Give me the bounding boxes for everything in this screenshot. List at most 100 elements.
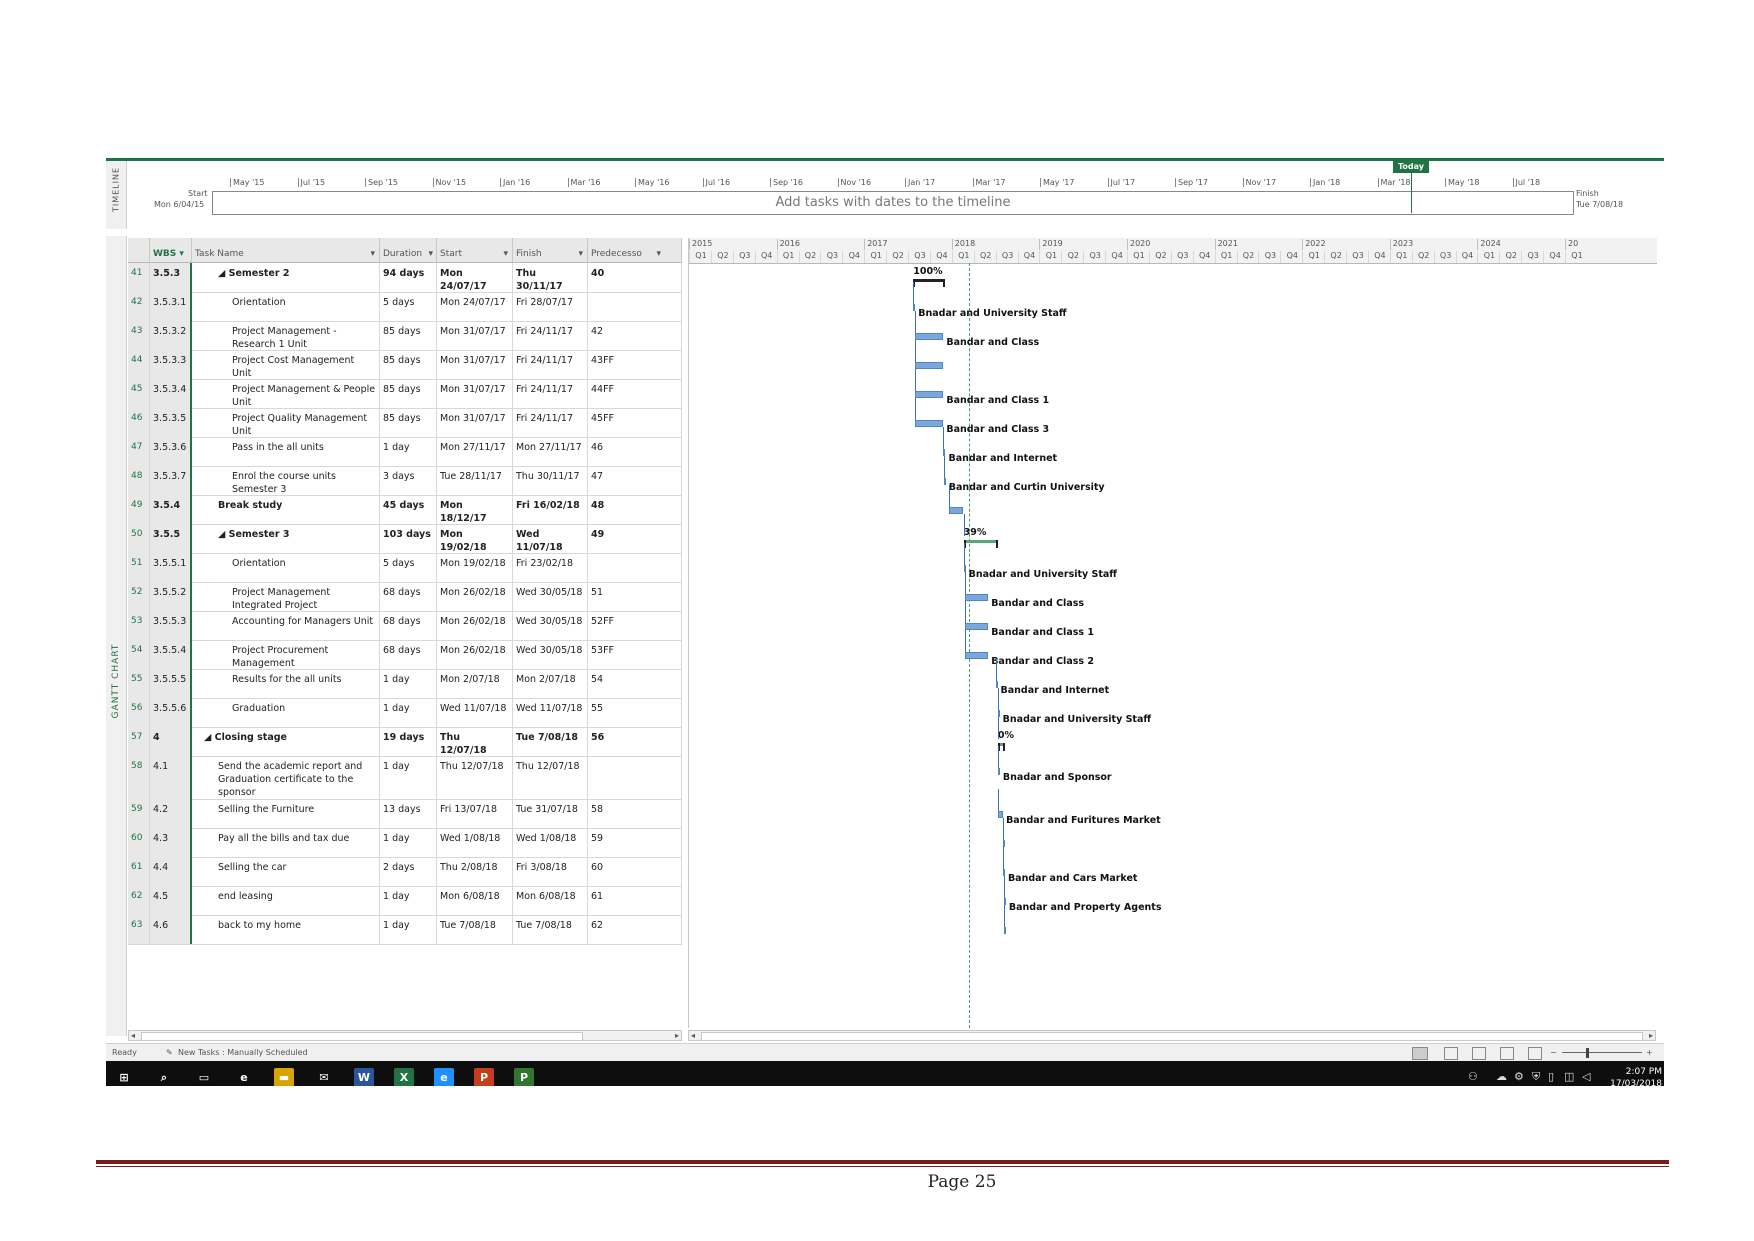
finish-cell[interactable]: Mon 2/07/18: [513, 669, 588, 698]
finish-cell[interactable]: Fri 16/02/18: [513, 495, 588, 524]
search-icon[interactable]: ⌕: [154, 1068, 174, 1086]
finish-cell[interactable]: Thu 12/07/18: [513, 756, 588, 799]
predecessors-cell[interactable]: 46: [588, 437, 682, 466]
zoom-slider[interactable]: [1562, 1052, 1642, 1053]
start-cell[interactable]: Tue 28/11/17: [437, 466, 513, 495]
task-name-cell[interactable]: ◢ Closing stage: [192, 727, 380, 756]
wbs-cell[interactable]: 4.3: [150, 828, 192, 857]
predecessors-cell[interactable]: [588, 292, 682, 321]
scroll-left-icon[interactable]: ◂: [691, 1031, 695, 1040]
predecessors-cell[interactable]: 55: [588, 698, 682, 727]
duration-cell[interactable]: 85 days: [380, 379, 437, 408]
wbs-cell[interactable]: 3.5.5.1: [150, 553, 192, 582]
table-row[interactable]: 58 4.1 Send the academic report and Gradua…: [128, 756, 682, 800]
start-cell[interactable]: Mon 6/08/18: [437, 886, 513, 915]
start-icon[interactable]: ⊞: [114, 1068, 134, 1086]
task-bar[interactable]: [914, 391, 944, 398]
finish-cell[interactable]: Fri 24/11/17: [513, 321, 588, 350]
start-cell[interactable]: Mon 2/07/18: [437, 669, 513, 698]
finish-cell[interactable]: Wed 1/08/18: [513, 828, 588, 857]
task-bar[interactable]: [914, 420, 944, 427]
security-icon[interactable]: ⛨: [1532, 1070, 1540, 1084]
team-planner-view-icon[interactable]: [1472, 1047, 1486, 1060]
wbs-cell[interactable]: 3.5.5.6: [150, 698, 192, 727]
duration-cell[interactable]: 1 day: [380, 669, 437, 698]
file-explorer-icon[interactable]: ▬: [274, 1068, 294, 1086]
wbs-cell[interactable]: 3.5.3.1: [150, 292, 192, 321]
finish-cell[interactable]: Tue 31/07/18: [513, 799, 588, 828]
task-bar[interactable]: [914, 362, 944, 369]
start-cell[interactable]: Wed 1/08/18: [437, 828, 513, 857]
predecessors-cell[interactable]: 48: [588, 495, 682, 524]
gantt-side-tab[interactable]: GANTT CHART: [106, 236, 127, 1036]
predecessors-cell[interactable]: 40: [588, 263, 682, 292]
task-bar[interactable]: [1002, 840, 1005, 847]
finish-cell[interactable]: Fri 23/02/18: [513, 553, 588, 582]
task-name-cell[interactable]: back to my home: [192, 915, 380, 944]
start-cell[interactable]: Mon 27/11/17: [437, 437, 513, 466]
start-cell[interactable]: Mon 31/07/17: [437, 408, 513, 437]
table-row[interactable]: 50 3.5.5 ◢ Semester 3 103 days Mon 19/02/18 W…: [128, 524, 682, 554]
summary-bar[interactable]: [963, 540, 999, 543]
wbs-cell[interactable]: 4.5: [150, 886, 192, 915]
duration-cell[interactable]: 1 day: [380, 828, 437, 857]
people-icon[interactable]: ⚇: [1468, 1070, 1478, 1083]
wbs-cell[interactable]: 3.5.5.2: [150, 582, 192, 611]
start-cell[interactable]: Wed 11/07/18: [437, 698, 513, 727]
table-row[interactable]: 59 4.2 Selling the Furniture 13 days Fri 13/…: [128, 799, 682, 829]
duration-cell[interactable]: 5 days: [380, 553, 437, 582]
task-bar[interactable]: [1004, 927, 1007, 934]
predecessors-cell[interactable]: [588, 553, 682, 582]
wbs-cell[interactable]: 3.5.3.6: [150, 437, 192, 466]
finish-cell[interactable]: Wed 30/05/18: [513, 640, 588, 669]
task-name-cell[interactable]: Break study: [192, 495, 380, 524]
task-bar[interactable]: [965, 652, 989, 659]
task-name-cell[interactable]: Accounting for Managers Unit: [192, 611, 380, 640]
start-cell[interactable]: Thu 12/07/18: [437, 727, 513, 756]
start-cell[interactable]: Tue 7/08/18: [437, 915, 513, 944]
resource-sheet-view-icon[interactable]: [1500, 1047, 1514, 1060]
task-bar[interactable]: [997, 710, 1000, 717]
finish-cell[interactable]: Thu 30/11/17: [513, 263, 588, 292]
duration-cell[interactable]: 19 days: [380, 727, 437, 756]
duration-cell[interactable]: 68 days: [380, 611, 437, 640]
task-bar[interactable]: [943, 449, 946, 456]
task-name-cell[interactable]: Enrol the course units Semester 3: [192, 466, 380, 495]
chevron-down-icon[interactable]: ▾: [179, 249, 184, 259]
timeline-bar[interactable]: Add tasks with dates to the timeline: [212, 191, 1574, 215]
system-clock[interactable]: 2:07 PM 17/03/2018: [1610, 1066, 1662, 1086]
table-row[interactable]: 41 3.5.3 ◢ Semester 2 94 days Mon 24/07/17 Th…: [128, 263, 682, 293]
table-row[interactable]: 46 3.5.3.5 Project Quality Management Unit…: [128, 408, 682, 438]
duration-cell[interactable]: 3 days: [380, 466, 437, 495]
duration-cell[interactable]: 1 day: [380, 437, 437, 466]
zoom-in-icon[interactable]: +: [1646, 1044, 1653, 1062]
table-row[interactable]: 61 4.4 Selling the car 2 days Thu 2/08/18 Fri…: [128, 857, 682, 887]
finish-cell[interactable]: Wed 30/05/18: [513, 611, 588, 640]
finish-header[interactable]: Finish ▾: [513, 238, 588, 263]
task-name-cell[interactable]: Project Procurement Management: [192, 640, 380, 669]
word-icon[interactable]: W: [354, 1068, 374, 1086]
task-bar[interactable]: [943, 478, 946, 485]
start-header[interactable]: Start ▾: [437, 238, 513, 263]
task-name-cell[interactable]: ◢ Semester 3: [192, 524, 380, 553]
zoom-slider-handle[interactable]: [1586, 1048, 1589, 1058]
start-cell[interactable]: Thu 2/08/18: [437, 857, 513, 886]
predecessors-cell[interactable]: 59: [588, 828, 682, 857]
wbs-cell[interactable]: 4: [150, 727, 192, 756]
wbs-cell[interactable]: 3.5.4: [150, 495, 192, 524]
wbs-cell[interactable]: 3.5.3.4: [150, 379, 192, 408]
finish-cell[interactable]: Thu 30/11/17: [513, 466, 588, 495]
zoom-out-icon[interactable]: −: [1550, 1044, 1557, 1062]
task-name-cell[interactable]: Orientation: [192, 553, 380, 582]
project-icon[interactable]: P: [514, 1068, 534, 1086]
duration-cell[interactable]: 68 days: [380, 582, 437, 611]
predecessors-cell[interactable]: 52FF: [588, 611, 682, 640]
ie-icon[interactable]: e: [434, 1068, 454, 1086]
wbs-header[interactable]: WBS ▾: [150, 238, 192, 263]
table-row[interactable]: 49 3.5.4 Break study 45 days Mon 18/12/17 Fri…: [128, 495, 682, 525]
task-name-cell[interactable]: Project Management Integrated Project: [192, 582, 380, 611]
start-cell[interactable]: Mon 26/02/18: [437, 611, 513, 640]
table-horizontal-scrollbar[interactable]: ◂ ▸: [128, 1030, 682, 1041]
task-name-cell[interactable]: Pass in the all units: [192, 437, 380, 466]
predecessors-cell[interactable]: 60: [588, 857, 682, 886]
